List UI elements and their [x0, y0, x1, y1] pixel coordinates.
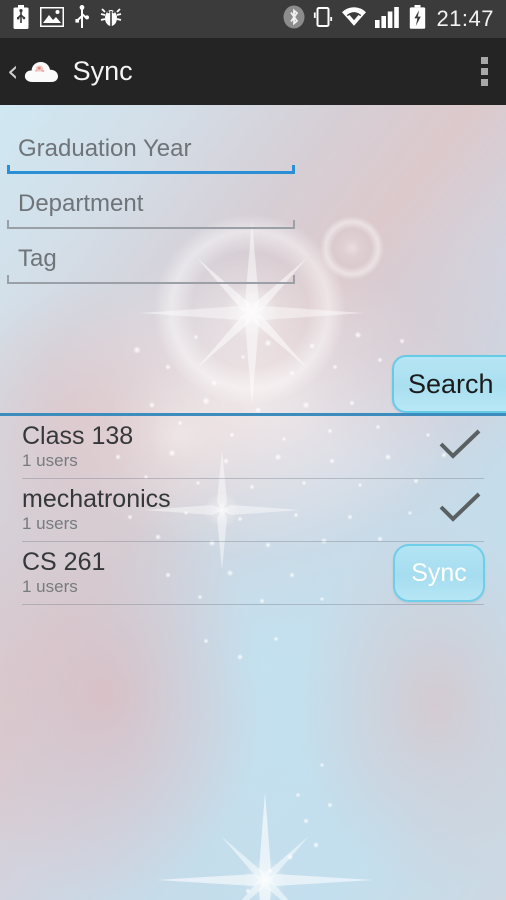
back-chevron-icon[interactable]: ‹ [0, 57, 23, 86]
overflow-dot [481, 79, 488, 86]
search-button-label: Search [408, 368, 494, 399]
check-icon[interactable] [438, 428, 482, 467]
status-bar: 21:47 [0, 0, 506, 38]
graduation-year-underline [7, 165, 295, 174]
search-button[interactable]: Search [392, 355, 506, 413]
overflow-dot [481, 57, 488, 64]
phone-screen: 21:47 ‹ Sync Graduation Year Department … [0, 0, 506, 900]
usb-battery-icon [13, 4, 29, 34]
status-bar-right-icons: 21:47 [283, 4, 506, 34]
search-form: Graduation Year Department Tag [0, 105, 506, 292]
list-item[interactable]: Class 138 1 users [0, 416, 506, 479]
bug-icon [100, 6, 122, 33]
tag-placeholder: Tag [18, 245, 57, 272]
bluetooth-icon [283, 5, 305, 34]
list-item-title: Class 138 [22, 422, 134, 450]
status-bar-clock: 21:47 [436, 6, 494, 31]
sync-button[interactable]: Sync [393, 544, 485, 602]
department-underline [7, 220, 295, 229]
content-area: Graduation Year Department Tag Search Cl… [0, 105, 506, 900]
list-item-subtitle: 1 users [22, 514, 78, 533]
tag-field[interactable]: Tag [7, 237, 295, 292]
check-icon[interactable] [438, 491, 482, 530]
cloud-icon[interactable] [23, 57, 61, 87]
vibrate-icon [313, 5, 333, 34]
wifi-icon [341, 6, 367, 32]
action-bar: ‹ Sync [0, 38, 506, 105]
status-bar-left-icons [0, 4, 122, 34]
overflow-menu-icon[interactable] [463, 49, 506, 94]
usb-icon [75, 4, 89, 34]
sync-group-list: Class 138 1 users mechatronics 1 users C… [0, 416, 506, 605]
department-field[interactable]: Department [7, 182, 295, 237]
list-item[interactable]: mechatronics 1 users [0, 479, 506, 542]
sync-button-label: Sync [411, 558, 467, 587]
signal-bars-icon [375, 6, 401, 33]
list-separator [22, 604, 484, 605]
list-item[interactable]: CS 261 1 users Sync [0, 542, 506, 605]
list-item-subtitle: 1 users [22, 451, 78, 470]
image-icon [39, 6, 65, 32]
graduation-year-placeholder: Graduation Year [18, 135, 192, 162]
battery-charging-icon [409, 4, 426, 34]
graduation-year-field[interactable]: Graduation Year [7, 127, 295, 182]
list-item-title: mechatronics [22, 485, 171, 513]
department-placeholder: Department [18, 190, 144, 217]
page-title: Sync [72, 56, 133, 86]
tag-underline [7, 275, 295, 284]
overflow-dot [481, 68, 488, 75]
